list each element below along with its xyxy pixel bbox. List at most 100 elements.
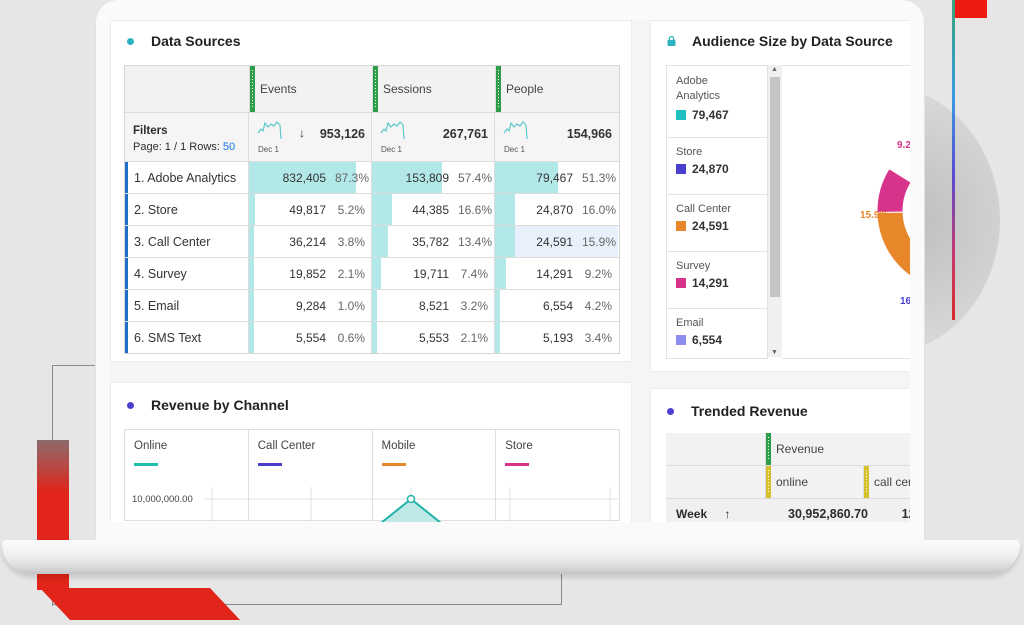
- data-sources-title: Data Sources: [127, 33, 240, 49]
- cell-value: 6,554: [542, 298, 573, 313]
- table-cell[interactable]: 8,521 3.2%: [372, 290, 495, 321]
- cell-percent: 13.4%: [458, 234, 493, 249]
- segment-header-row: online call cen: [666, 466, 910, 499]
- online-value: 30,952,860.70: [788, 507, 868, 521]
- rows-per-page-select[interactable]: 50: [223, 141, 235, 153]
- legend-label: Adobe Analytics: [676, 75, 721, 102]
- column-label: Revenue: [776, 442, 825, 456]
- table-cell[interactable]: 9,284 1.0%: [249, 290, 372, 321]
- inline-bar: [372, 226, 389, 257]
- cell-value: 832,405: [282, 170, 326, 185]
- total-value: 267,761: [442, 127, 488, 141]
- table-row[interactable]: 4. Survey 19,852 2.1% 19,711 7.4% 14,291 9.2%: [125, 258, 619, 290]
- sort-ascending-icon[interactable]: ↑: [724, 507, 730, 521]
- column-header-events[interactable]: Events: [250, 66, 373, 112]
- cell-percent: 1.0%: [337, 298, 365, 313]
- legend-item[interactable]: Adobe Analytics 79,467: [667, 66, 767, 138]
- panel-title-text: Revenue by Channel: [151, 397, 289, 413]
- lock-icon: [667, 36, 676, 46]
- cell-value: 19,711: [413, 266, 449, 281]
- row-label[interactable]: 6. SMS Text: [125, 322, 249, 353]
- row-label[interactable]: 2. Store: [125, 194, 249, 225]
- audience-panel: Audience Size by Data Source Adobe Analy…: [650, 20, 910, 372]
- donut-slice[interactable]: [876, 211, 910, 279]
- legend-swatch: [676, 278, 686, 288]
- table-row[interactable]: 5. Email 9,284 1.0% 8,521 3.2% 6,554 4.2%: [125, 290, 619, 322]
- data-point[interactable]: [406, 494, 416, 504]
- legend-item[interactable]: Call Center 24,591: [667, 195, 767, 252]
- table-cell[interactable]: 24,870 16.0%: [495, 194, 618, 225]
- row-label[interactable]: 5. Email: [125, 290, 249, 321]
- total-value: 953,126: [319, 127, 365, 141]
- sort-descending-icon[interactable]: ↓: [299, 126, 305, 140]
- table-cell[interactable]: 35,782 13.4%: [372, 226, 495, 257]
- drag-handle-icon[interactable]: [766, 433, 771, 465]
- scroll-up-icon[interactable]: ▲: [771, 66, 778, 73]
- table-cell[interactable]: 19,852 2.1%: [249, 258, 372, 289]
- legend-item[interactable]: Email 6,554: [667, 309, 767, 358]
- drag-handle-icon[interactable]: [250, 66, 255, 112]
- inline-bar: [372, 194, 393, 225]
- line-chart: 10,000,000.00: [124, 487, 618, 522]
- drag-handle-icon[interactable]: [496, 66, 501, 112]
- row-label[interactable]: 4. Survey: [125, 258, 249, 289]
- table-cell[interactable]: 6,554 4.2%: [495, 290, 618, 321]
- table-row[interactable]: 6. SMS Text 5,554 0.6% 5,553 2.1% 5,193 3.4%: [125, 322, 619, 353]
- table-cell[interactable]: 49,817 5.2%: [249, 194, 372, 225]
- table-row[interactable]: 2. Store 49,817 5.2% 44,385 16.6% 24,870 16.0%: [125, 194, 619, 226]
- table-cell[interactable]: 153,809 57.4%: [372, 162, 495, 193]
- column-label: online: [776, 475, 809, 489]
- filters-label[interactable]: Filters: [133, 125, 168, 137]
- cell-value: 14,291: [536, 266, 573, 281]
- data-sources-panel: Data Sources Events Sessions People Filt…: [110, 20, 632, 362]
- legend-value-row: 24,870: [676, 162, 767, 176]
- legend-value: 79,467: [692, 108, 729, 122]
- sparkline-icon: [503, 121, 528, 140]
- row-label[interactable]: 1. Adobe Analytics: [125, 162, 249, 193]
- donut-slice[interactable]: [876, 167, 910, 214]
- scrollbar-thumb[interactable]: [770, 77, 780, 297]
- table-cell[interactable]: 44,385 16.6%: [372, 194, 495, 225]
- table-cell[interactable]: 19,711 7.4%: [372, 258, 495, 289]
- cell-percent: 3.2%: [460, 298, 488, 313]
- drag-handle-icon[interactable]: [766, 466, 771, 498]
- table-body: 1. Adobe Analytics 832,405 87.3% 153,809 57.…: [125, 162, 619, 353]
- column-label: Sessions: [383, 82, 432, 96]
- legend-value: 24,870: [692, 162, 729, 176]
- header-empty-cell: [666, 433, 766, 465]
- table-cell[interactable]: 36,214 3.8%: [249, 226, 372, 257]
- column-header-sessions[interactable]: Sessions: [373, 66, 496, 112]
- column-header-call-center[interactable]: call cen: [864, 466, 910, 498]
- inline-bar: [495, 322, 500, 353]
- table-cell[interactable]: 5,553 2.1%: [372, 322, 495, 353]
- column-header-people[interactable]: People: [496, 66, 619, 112]
- audience-title: Audience Size by Data Source: [667, 33, 893, 49]
- legend-value: 14,291: [692, 276, 729, 290]
- drag-handle-icon[interactable]: [373, 66, 378, 112]
- legend-value: 24,591: [692, 219, 729, 233]
- table-row[interactable]: 3. Call Center 36,214 3.8% 35,782 13.4% 24,59…: [125, 226, 619, 258]
- legend-scrollbar[interactable]: ▲ ▼: [768, 65, 782, 357]
- table-cell[interactable]: 5,554 0.6%: [249, 322, 372, 353]
- filters-cell: Filters Page: 1 / 1 Rows: 50: [125, 113, 249, 161]
- cell-percent: 16.0%: [582, 202, 617, 217]
- week-row: Week ↑ 30,952,860.70 12,0: [666, 499, 910, 522]
- table-cell[interactable]: 79,467 51.3%: [495, 162, 618, 193]
- row-label[interactable]: 3. Call Center: [125, 226, 249, 257]
- scroll-down-icon[interactable]: ▼: [771, 349, 778, 356]
- table-cell[interactable]: 24,591 15.9%: [495, 226, 618, 257]
- table-cell[interactable]: 5,193 3.4%: [495, 322, 618, 353]
- table-cell[interactable]: 14,291 9.2%: [495, 258, 618, 289]
- table-row[interactable]: 1. Adobe Analytics 832,405 87.3% 153,809 57.…: [125, 162, 619, 194]
- laptop-base: [2, 540, 1020, 574]
- week-cell[interactable]: Week ↑: [666, 507, 766, 521]
- table-cell[interactable]: 832,405 87.3%: [249, 162, 372, 193]
- column-header-online[interactable]: online: [766, 466, 864, 498]
- legend-swatch: [676, 110, 686, 120]
- legend-item[interactable]: Store 24,870: [667, 138, 767, 195]
- legend-item[interactable]: Survey 14,291: [667, 252, 767, 309]
- drag-handle-icon[interactable]: [864, 466, 869, 498]
- cell-value: 79,467: [536, 170, 573, 185]
- column-header-revenue[interactable]: Revenue: [766, 433, 910, 465]
- inline-bar: [249, 322, 254, 353]
